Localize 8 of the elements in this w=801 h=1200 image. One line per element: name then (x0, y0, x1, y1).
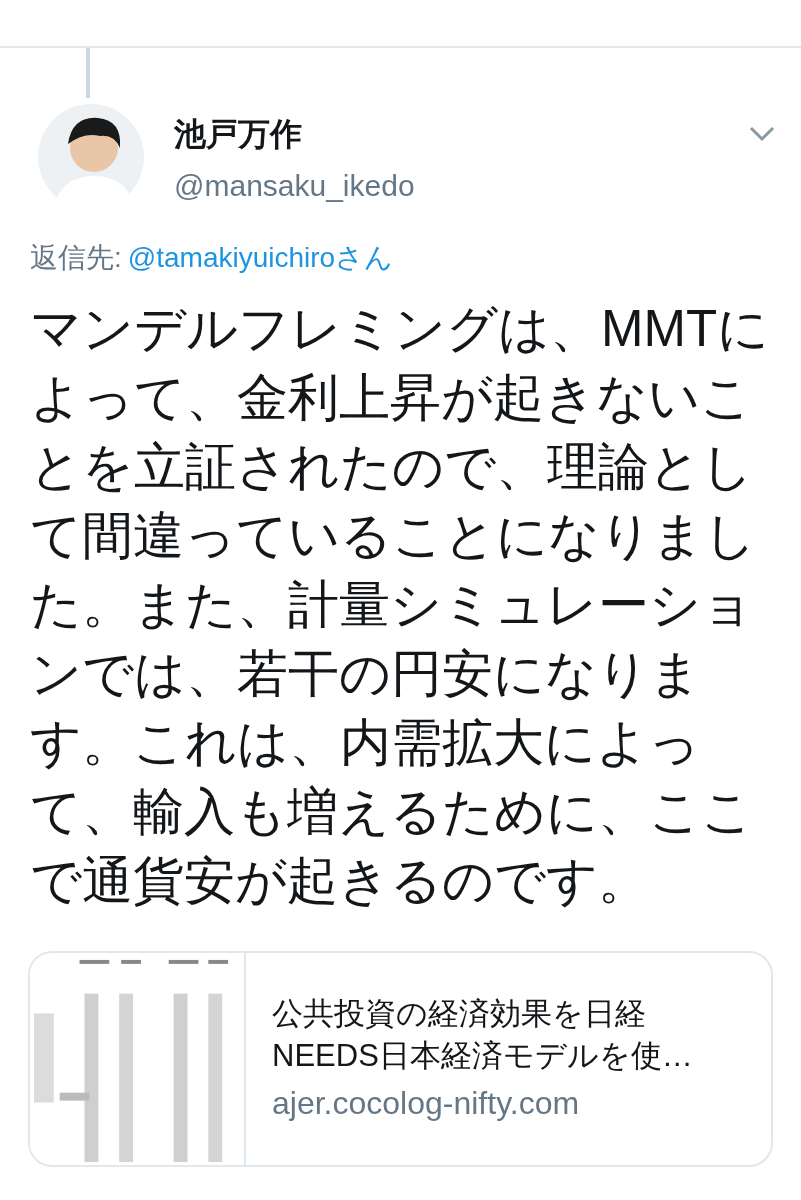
author-name[interactable]: 池戸万作 (174, 112, 749, 156)
link-card[interactable]: 公共投資の経済効果を日経 NEEDS日本経済モデルを使… ajer.cocolog-nifty.com (28, 951, 773, 1167)
link-domain: ajer.cocolog-nifty.com (272, 1084, 581, 1123)
link-title: 公共投資の経済効果を日経 NEEDS日本経済モデルを使… (272, 995, 693, 1075)
reply-label: 返信先: (30, 241, 122, 275)
tweet-text: マンデルフレミングは、MMTによって、金利上昇が起きないことを立証されたので、理論として間違っていることになりました。また、計量シミュレーションでは、若干の円安になります。これは、内需拡大によって、輸入も増えるために、ここで通貨安が起きるのです。 (30, 299, 771, 911)
author-handle[interactable]: @mansaku_ikedo (174, 166, 749, 206)
chevron-down-icon[interactable] (749, 126, 775, 142)
